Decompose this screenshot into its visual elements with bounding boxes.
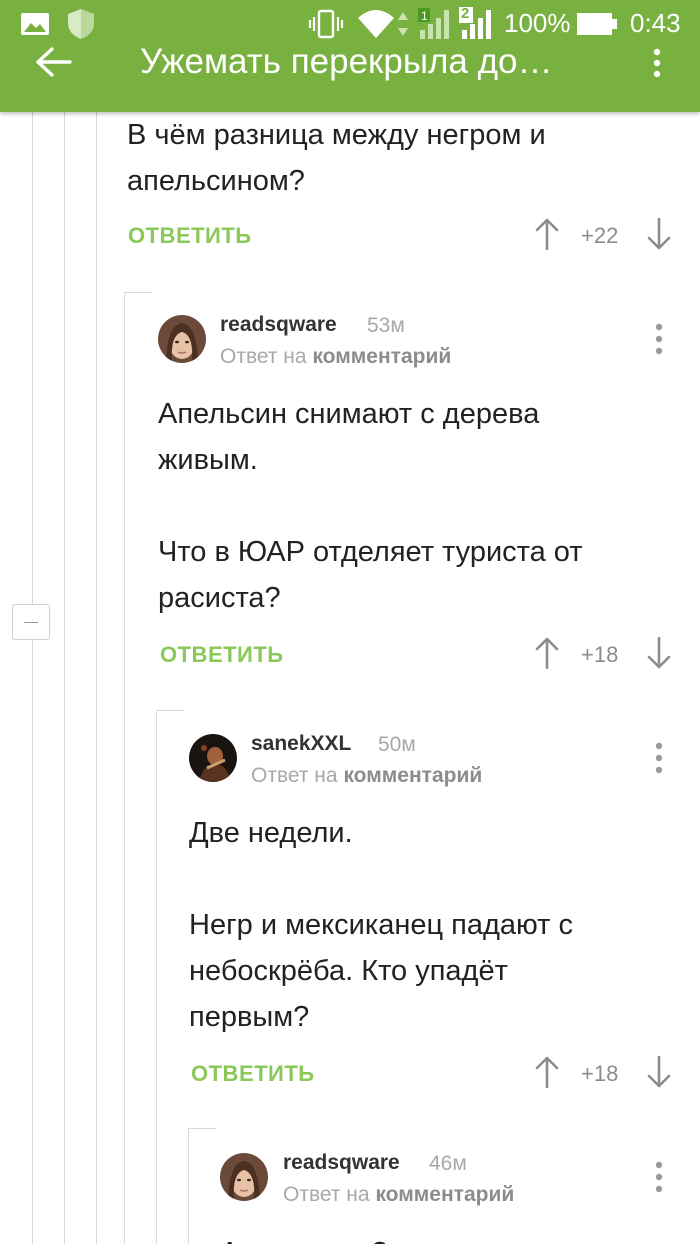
more-options-icon[interactable] — [649, 322, 669, 356]
thread-line — [32, 112, 33, 1244]
downvote-arrow-icon[interactable] — [646, 637, 672, 669]
comment-author[interactable]: sanekXXL — [251, 732, 351, 756]
reply-button[interactable]: ОТВЕТИТЬ — [191, 1061, 315, 1087]
sim2-label: 2 — [461, 5, 470, 22]
thread-line — [124, 292, 125, 1244]
comment-score: +18 — [581, 1061, 619, 1086]
data-arrows-icon — [398, 12, 408, 36]
reply-button[interactable]: ОТВЕТИТЬ — [160, 642, 284, 668]
app-bar: Ужемать перекрыла до… — [0, 40, 700, 112]
overflow-menu-icon[interactable] — [644, 48, 670, 78]
clock: 0:43 — [630, 8, 681, 38]
gallery-notification-icon — [21, 13, 49, 35]
comment-time: 46м — [429, 1152, 467, 1175]
thread-line — [64, 112, 65, 1244]
collapse-thread-button[interactable] — [12, 604, 50, 640]
thread-line — [156, 710, 157, 1244]
avatar[interactable] — [220, 1153, 268, 1201]
battery-icon — [577, 13, 617, 35]
comment-author[interactable]: readsqware — [283, 1151, 400, 1175]
thread-line — [188, 1128, 189, 1244]
comment-author[interactable]: readsqware — [220, 313, 337, 337]
reply-to-line: Ответ на комментарий — [220, 345, 451, 369]
svg-text:1: 1 — [421, 9, 428, 23]
reply-button[interactable]: ОТВЕТИТЬ — [128, 223, 252, 249]
comment-text: Две недели. Негр и мексиканец падают с н… — [189, 817, 573, 1033]
comment-text: А кто знает? — [220, 1230, 660, 1244]
thread-branch — [156, 710, 184, 711]
reply-to-prefix: Ответ на — [220, 345, 307, 368]
vibrate-icon — [308, 9, 344, 39]
reply-to-link[interactable]: комментарий — [312, 345, 451, 368]
comment-score: +18 — [581, 642, 619, 667]
comment-text: Апельсин снимают с дерева живым. Что в Ю… — [158, 398, 583, 614]
page-title: Ужемать перекрыла до… — [140, 42, 553, 81]
reply-to-line: Ответ на комментарий — [283, 1183, 514, 1207]
reply-to-link[interactable]: комментарий — [375, 1183, 514, 1206]
more-options-icon[interactable] — [649, 1160, 669, 1194]
thread-line — [96, 112, 97, 1244]
comment-time: 50м — [378, 733, 416, 756]
battery-percent: 100% — [504, 8, 571, 38]
upvote-arrow-icon[interactable] — [534, 637, 560, 669]
top-bar: 1 2 100% 0:43 Ужемать перекрыла до… — [0, 0, 700, 112]
reply-to-prefix: Ответ на — [251, 764, 338, 787]
comment-time: 53м — [367, 314, 405, 337]
avatar[interactable] — [189, 734, 237, 782]
more-options-icon[interactable] — [649, 741, 669, 775]
thread-branch — [188, 1128, 216, 1129]
reply-to-prefix: Ответ на — [283, 1183, 370, 1206]
reply-to-link[interactable]: комментарий — [343, 764, 482, 787]
thread-branch — [124, 292, 152, 293]
reply-to-line: Ответ на комментарий — [251, 764, 482, 788]
upvote-arrow-icon[interactable] — [534, 218, 560, 250]
back-arrow-icon[interactable] — [30, 42, 80, 82]
avatar[interactable] — [158, 315, 206, 363]
downvote-arrow-icon[interactable] — [646, 1056, 672, 1088]
wifi-icon — [358, 10, 394, 38]
comment-text: В чём разница между негром и апельсином? — [127, 119, 546, 197]
comment-score: +22 — [581, 223, 619, 248]
signal-sim1-icon: 1 — [418, 8, 449, 39]
upvote-arrow-icon[interactable] — [534, 1056, 560, 1088]
shield-icon — [68, 9, 94, 39]
downvote-arrow-icon[interactable] — [646, 218, 672, 250]
